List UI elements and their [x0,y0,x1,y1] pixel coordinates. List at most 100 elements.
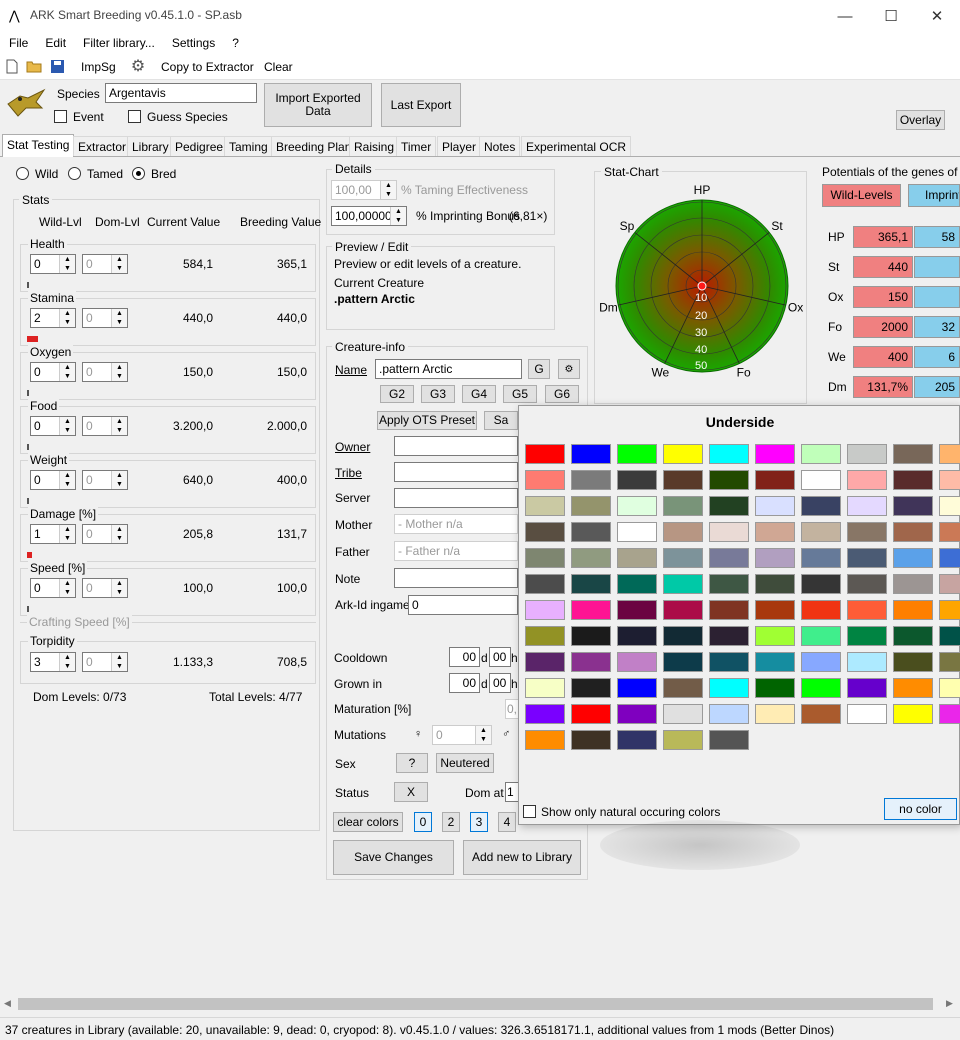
clear-button[interactable]: Clear [264,60,293,74]
color-swatch[interactable] [893,626,933,646]
guess-species-checkbox[interactable] [128,110,141,123]
color-swatch[interactable] [617,730,657,750]
color-swatch[interactable] [801,522,841,542]
dom-level-input[interactable]: 0 ▲ ▼ [82,578,128,598]
color-swatch[interactable] [709,522,749,542]
color-swatch[interactable] [847,626,887,646]
color-swatch[interactable] [709,704,749,724]
color-swatch[interactable] [755,470,795,490]
color-swatch[interactable] [571,626,611,646]
color-swatch[interactable] [847,444,887,464]
color-swatch[interactable] [801,470,841,490]
g6-button[interactable]: G6 [545,385,579,403]
color-swatch[interactable] [709,496,749,516]
tribe-label[interactable]: Tribe [335,466,362,480]
sex-button[interactable]: ? [396,753,428,773]
last-export-button[interactable]: Last Export [381,83,461,127]
wild-levels-button[interactable]: Wild-Levels [822,184,901,207]
color-swatch[interactable] [663,704,703,724]
color-swatch[interactable] [525,522,565,542]
impsg-button[interactable]: ImpSg [81,60,116,74]
color-swatch[interactable] [525,574,565,594]
color-swatch[interactable] [847,704,887,724]
color-swatch[interactable] [893,522,933,542]
wild-level-input[interactable]: 0 ▲ ▼ [30,470,76,490]
color-swatch[interactable] [847,678,887,698]
color-swatch[interactable] [571,704,611,724]
color-swatch[interactable] [893,574,933,594]
tab-timer[interactable]: Timer [396,136,437,156]
tab-experimental-ocr[interactable]: Experimental OCR [521,136,632,156]
mutations-input[interactable]: 0 ▲ ▼ [432,725,492,745]
color-swatch[interactable] [755,522,795,542]
color-swatch[interactable] [617,444,657,464]
color-swatch[interactable] [709,626,749,646]
maximize-button[interactable]: ☐ [868,0,914,32]
menu-file[interactable]: File [0,32,36,54]
color-swatch[interactable] [663,574,703,594]
color-swatch[interactable] [525,626,565,646]
dom-level-input[interactable]: 0 ▲ ▼ [82,470,128,490]
torpidity-wild-input[interactable]: 3 ▲ ▼ [30,652,76,672]
scroll-thumb[interactable] [18,998,933,1010]
color-swatch[interactable] [709,652,749,672]
status-button[interactable]: X [394,782,428,802]
color-swatch[interactable] [663,652,703,672]
save-preset-button[interactable]: Sa [484,411,518,430]
color-swatch[interactable] [709,678,749,698]
cooldown-days-input[interactable]: 00 [449,647,480,667]
color-swatch[interactable] [939,496,960,516]
ark-id-input[interactable]: 0 [408,595,518,615]
imprinting-input[interactable]: 100,00000 ▲ ▼ [331,206,407,226]
tab-breeding-plan[interactable]: Breeding Plan [271,136,357,156]
color-swatch[interactable] [617,548,657,568]
color-swatch[interactable] [801,444,841,464]
no-color-button[interactable]: no color [884,798,957,820]
color-swatch[interactable] [571,444,611,464]
cooldown-hours-input[interactable]: 00 [489,647,511,667]
color-swatch[interactable] [525,600,565,620]
horizontal-scrollbar[interactable]: ◀ ▶ [0,996,960,1013]
name-label[interactable]: Name [335,363,367,377]
color-swatch[interactable] [617,470,657,490]
add-to-library-button[interactable]: Add new to Library [463,840,581,875]
color-region-0-button[interactable]: 0 [414,812,432,832]
color-swatch[interactable] [847,496,887,516]
import-exported-button[interactable]: Import Exported Data [264,83,372,127]
wild-level-input[interactable]: 0 ▲ ▼ [30,578,76,598]
color-swatch[interactable] [801,678,841,698]
color-swatch[interactable] [939,600,960,620]
color-swatch[interactable] [571,548,611,568]
clear-colors-button[interactable]: clear colors [333,812,403,832]
color-swatch[interactable] [755,626,795,646]
color-swatch[interactable] [525,496,565,516]
maturation-input[interactable]: 0, [505,699,519,719]
color-swatch[interactable] [525,548,565,568]
tab-extractor[interactable]: Extractor [73,136,132,156]
tab-library[interactable]: Library [127,136,174,156]
color-swatch[interactable] [893,496,933,516]
color-swatch[interactable] [801,548,841,568]
dom-level-input[interactable]: 0 ▲ ▼ [82,308,128,328]
color-swatch[interactable] [755,600,795,620]
color-swatch[interactable] [939,444,960,464]
mother-input[interactable]: - Mother n/a [394,514,518,534]
name-input[interactable]: .pattern Arctic [375,359,522,379]
color-swatch[interactable] [617,574,657,594]
color-swatch[interactable] [617,652,657,672]
dom-level-input[interactable]: 0 ▲ ▼ [82,362,128,382]
color-swatch[interactable] [801,574,841,594]
color-swatch[interactable] [617,704,657,724]
color-swatch[interactable] [939,470,960,490]
color-swatch[interactable] [755,678,795,698]
color-swatch[interactable] [893,678,933,698]
color-swatch[interactable] [709,730,749,750]
dom-level-input[interactable]: 0 ▲ ▼ [82,416,128,436]
species-input[interactable]: Argentavis [105,83,257,103]
dom-level-input[interactable]: 0 ▲ ▼ [82,524,128,544]
event-checkbox[interactable] [54,110,67,123]
color-swatch[interactable] [893,444,933,464]
color-swatch[interactable] [571,496,611,516]
scroll-right-icon[interactable]: ▶ [946,998,953,1009]
color-swatch[interactable] [571,470,611,490]
